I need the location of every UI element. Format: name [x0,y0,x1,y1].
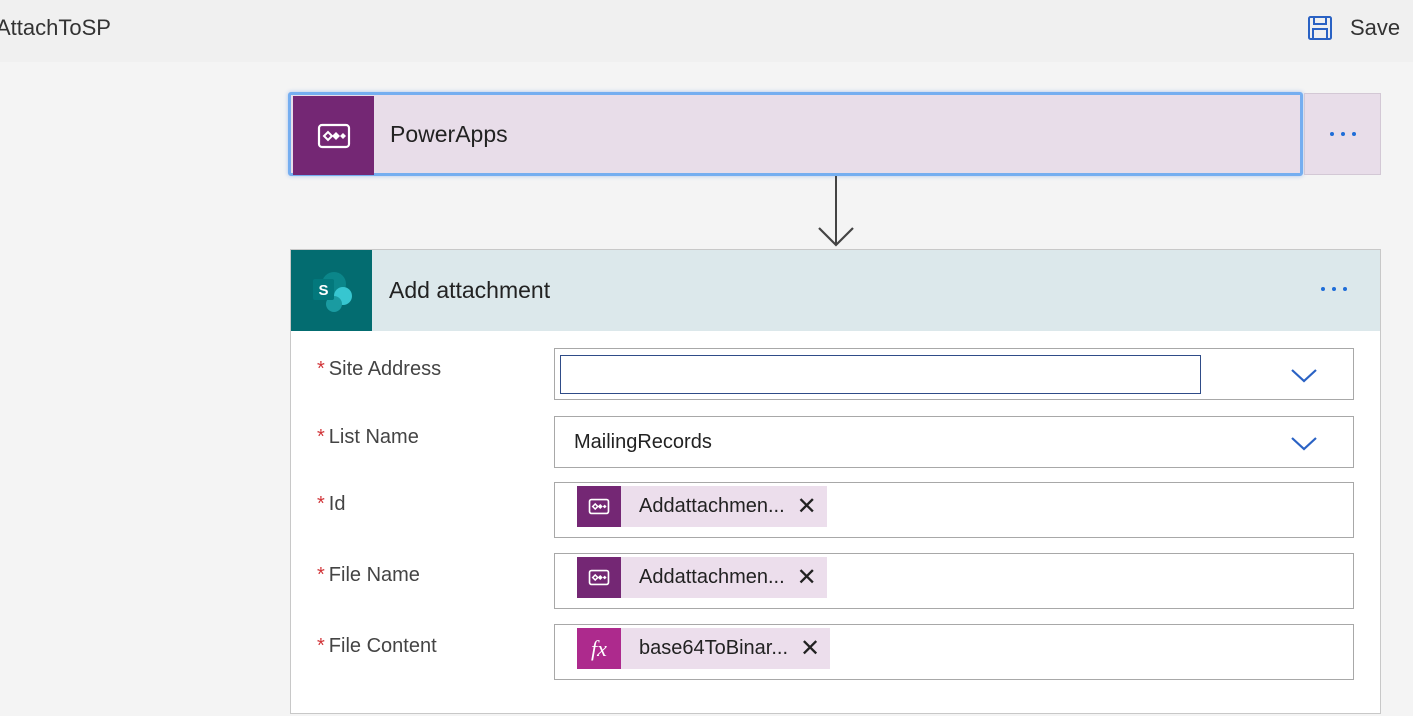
file-name-field[interactable]: Addattachmen... ✕ [554,553,1354,609]
site-address-input[interactable] [560,355,1201,394]
remove-token-close-icon[interactable]: ✕ [800,636,820,661]
sharepoint-icon: S [291,250,372,331]
save-button[interactable]: Save [1306,10,1400,46]
action-header[interactable]: S Add attachment [291,250,1380,331]
flow-title: AttachToSP [0,15,111,40]
id-label: * Id [317,493,346,515]
powerapps-icon [577,557,621,598]
trigger-title: PowerApps [390,121,508,147]
connector-arrow [818,176,854,247]
token-label: base64ToBinar... [639,637,788,659]
add-attachment-action-card: S Add attachment * Site Address * List Nam… [290,249,1381,714]
file-content-field[interactable]: fx base64ToBinar... ✕ [554,624,1354,680]
list-name-label: * List Name [317,426,419,448]
token-label: Addattachmen... [639,566,785,588]
chevron-down-icon[interactable] [1289,365,1319,385]
save-label: Save [1350,15,1401,40]
action-more-options-button[interactable] [1321,287,1347,291]
action-title: Add attachment [389,277,551,303]
chevron-down-icon[interactable] [1289,433,1319,453]
list-name-field[interactable]: MailingRecords [554,416,1354,468]
remove-token-close-icon[interactable]: ✕ [797,565,817,590]
site-address-field[interactable] [554,348,1354,400]
trigger-more-options-button[interactable] [1304,93,1381,175]
powerapps-icon [293,96,374,175]
token-label: Addattachmen... [639,495,785,517]
id-token[interactable]: Addattachmen... ✕ [577,486,827,527]
file-content-token[interactable]: fx base64ToBinar... ✕ [577,628,831,669]
more-options-icon [1329,132,1356,136]
top-bar: AttachToSP Save [0,0,1413,62]
file-name-token[interactable]: Addattachmen... ✕ [577,557,827,598]
id-field[interactable]: Addattachmen... ✕ [554,482,1354,538]
more-options-icon [1321,287,1347,291]
svg-text:S: S [318,282,328,299]
fx-icon: fx [577,628,621,669]
powerapps-icon [577,486,621,527]
powerapps-trigger-card[interactable]: PowerApps [288,92,1303,176]
file-content-label: * File Content [317,635,437,657]
list-name-value: MailingRecords [574,431,712,453]
remove-token-close-icon[interactable]: ✕ [797,494,817,519]
file-name-label: * File Name [317,564,420,586]
site-address-label: * Site Address [317,358,442,380]
save-icon [1306,14,1334,42]
